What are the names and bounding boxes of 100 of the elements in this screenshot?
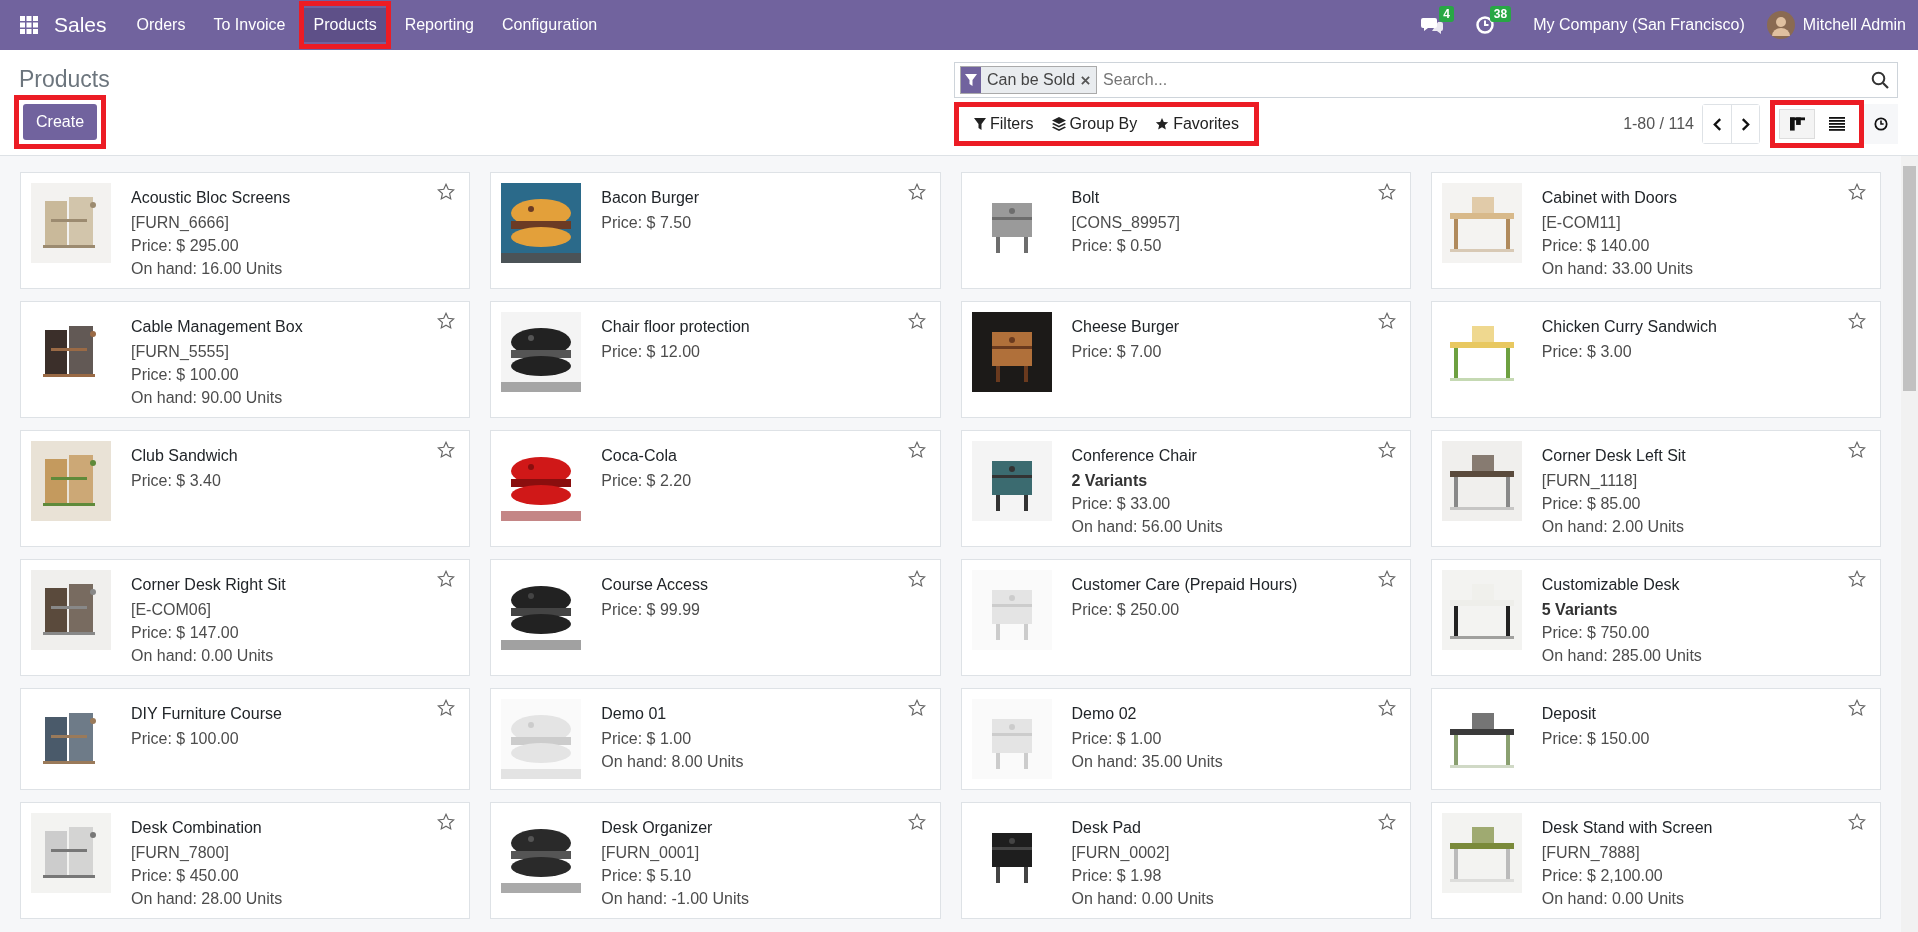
favorite-star-icon[interactable] <box>1848 570 1866 588</box>
filter-icon <box>974 118 986 130</box>
favorite-star-icon[interactable] <box>1377 699 1396 717</box>
chevron-left-icon <box>1712 117 1722 131</box>
nav-menu-item[interactable]: Reporting <box>395 8 483 42</box>
clock-icon <box>1874 117 1888 131</box>
favorite-star-icon[interactable] <box>907 183 926 201</box>
product-card[interactable]: Acoustic Bloc Screens [FURN_6666] Price: $ 295.00 On hand: 16.00 Units <box>20 172 471 289</box>
favorite-star-icon[interactable] <box>907 312 926 330</box>
search-option-button[interactable]: Filters <box>965 111 1043 137</box>
favorite-star-icon[interactable] <box>437 813 456 831</box>
favorite-star-icon[interactable] <box>1848 813 1866 831</box>
product-price: Price: $ 250.00 <box>1071 601 1181 619</box>
chat-icon[interactable] <box>1421 16 1444 34</box>
favorite-star-icon[interactable] <box>907 570 926 588</box>
app-name[interactable]: Sales <box>54 13 107 37</box>
favorite-star-icon[interactable] <box>437 312 456 330</box>
favorite-star-icon[interactable] <box>1848 699 1866 717</box>
product-price: Price: $ 147.00 <box>131 624 240 642</box>
product-card[interactable]: Demo 01 Price: $ 1.00 On hand: 8.00 Units <box>490 688 941 790</box>
product-card[interactable]: Course Access Price: $ 99.99 <box>490 559 941 676</box>
product-card[interactable]: Coca-Cola Price: $ 2.20 <box>490 430 941 547</box>
scrollbar[interactable] <box>1901 156 1918 932</box>
favorite-star-icon[interactable] <box>1377 312 1396 330</box>
on-hand-quantity: On hand: 0.00 Units <box>1071 890 1214 908</box>
product-card[interactable]: Club Sandwich Price: $ 3.40 <box>20 430 471 547</box>
favorite-star-icon[interactable] <box>1848 312 1866 330</box>
activity-view-button[interactable] <box>1864 104 1898 144</box>
product-card[interactable]: Customizable Desk 5 Variants Price: $ 750.00 On hand: 285.00 Units <box>1430 559 1881 676</box>
favorite-star-icon[interactable] <box>437 570 456 588</box>
product-card[interactable]: DIY Furniture Course Price: $ 100.00 <box>20 688 471 790</box>
product-name: Desk Stand with Screen <box>1541 819 1713 837</box>
favorite-star-icon[interactable] <box>437 183 456 201</box>
on-hand-quantity: On hand: 285.00 Units <box>1541 647 1702 665</box>
favorite-star-icon[interactable] <box>437 441 456 459</box>
favorite-star-icon[interactable] <box>1848 183 1866 201</box>
company-switcher[interactable]: My Company (San Francisco) <box>1533 16 1745 34</box>
product-card[interactable]: Bacon Burger Price: $ 7.50 <box>490 172 941 289</box>
search-field[interactable]: Can be Sold Search... <box>954 62 1898 98</box>
product-name: Conference Chair <box>1071 447 1198 465</box>
product-card[interactable]: Customer Care (Prepaid Hours) Price: $ 250.00 <box>960 559 1411 676</box>
search-option-button[interactable]: Favorites <box>1146 111 1248 137</box>
product-price: Price: $ 0.50 <box>1071 237 1163 255</box>
product-card[interactable]: Demo 02 Price: $ 1.00 On hand: 35.00 Units <box>960 688 1411 790</box>
favorite-star-icon[interactable] <box>437 699 456 717</box>
apps-menu-icon[interactable] <box>20 16 38 34</box>
page-title: Products <box>18 66 111 93</box>
product-name: Bacon Burger <box>601 189 700 207</box>
product-reference: [E-COM06] <box>131 601 212 619</box>
favorite-star-icon[interactable] <box>907 441 926 459</box>
create-button[interactable]: Create <box>23 104 98 140</box>
nav-menu-item[interactable]: Products <box>304 8 386 42</box>
close-icon[interactable] <box>1081 75 1091 85</box>
favorite-star-icon[interactable] <box>907 699 926 717</box>
product-price: Price: $ 1.98 <box>1071 867 1163 885</box>
favorite-star-icon[interactable] <box>1377 813 1396 831</box>
product-card[interactable]: Deposit Price: $ 150.00 <box>1430 688 1881 790</box>
favorite-star-icon[interactable] <box>1377 183 1396 201</box>
nav-menu-item[interactable]: To Invoice <box>204 8 295 42</box>
product-card[interactable]: Desk Stand with Screen [FURN_7888] Price: $ 2,100.00 On hand: 0.00 Units <box>1430 802 1881 919</box>
on-hand-quantity: On hand: 33.00 Units <box>1541 260 1693 278</box>
kanban-icon <box>1789 117 1805 131</box>
nav-menu-item[interactable]: Configuration <box>493 8 607 42</box>
user-avatar-icon[interactable] <box>1766 11 1795 39</box>
search-icon[interactable] <box>1871 71 1889 89</box>
nav-menu-item[interactable]: Orders <box>127 8 195 42</box>
on-hand-quantity: On hand: 16.00 Units <box>131 260 284 278</box>
product-card[interactable]: Cabinet with Doors [E-COM11] Price: $ 140.00 On hand: 33.00 Units <box>1430 172 1881 289</box>
product-card[interactable]: Desk Pad [FURN_0002] Price: $ 1.98 On hand: 0.00 Units <box>960 802 1411 919</box>
product-reference: [FURN_6666] <box>131 214 230 232</box>
product-card[interactable]: Chicken Curry Sandwich Price: $ 3.00 <box>1430 301 1881 418</box>
product-card[interactable]: Cheese Burger Price: $ 7.00 <box>960 301 1411 418</box>
product-name: Desk Organizer <box>601 819 714 837</box>
product-card[interactable]: Desk Organizer [FURN_0001] Price: $ 5.10 On hand: -1.00 Units <box>490 802 941 919</box>
product-reference: [E-COM11] <box>1541 214 1622 232</box>
product-card[interactable]: Conference Chair 2 Variants Price: $ 33.00 On hand: 56.00 Units <box>960 430 1411 547</box>
product-price: Price: $ 2.20 <box>601 472 692 490</box>
favorite-star-icon[interactable] <box>1377 441 1396 459</box>
product-reference: [FURN_7888] <box>1541 844 1641 862</box>
next-page-button[interactable] <box>1731 105 1759 143</box>
product-card[interactable]: Corner Desk Right Sit [E-COM06] Price: $ 147.00 On hand: 0.00 Units <box>20 559 471 676</box>
product-price: Price: $ 5.10 <box>601 867 693 885</box>
clock-icon[interactable] <box>1475 16 1494 34</box>
product-card[interactable]: Desk Combination [FURN_7800] Price: $ 450.00 On hand: 28.00 Units <box>20 802 471 919</box>
favorite-star-icon[interactable] <box>1377 570 1396 588</box>
product-card[interactable]: Chair floor protection Price: $ 12.00 <box>490 301 941 418</box>
product-price: Price: $ 100.00 <box>131 730 240 748</box>
search-option-button[interactable]: Group By <box>1042 111 1147 137</box>
user-menu[interactable]: Mitchell Admin <box>1802 16 1906 34</box>
product-card[interactable]: Bolt [CONS_89957] Price: $ 0.50 <box>960 172 1411 289</box>
product-name: Cable Management Box <box>131 318 303 336</box>
product-card[interactable]: Corner Desk Left Sit [FURN_1118] Price: $ 85.00 On hand: 2.00 Units <box>1430 430 1881 547</box>
product-name: Chair floor protection <box>601 318 750 336</box>
favorite-star-icon[interactable] <box>1848 441 1866 459</box>
product-card[interactable]: Cable Management Box [FURN_5555] Price: $ 100.00 On hand: 90.00 Units <box>20 301 471 418</box>
product-price: Price: $ 1.00 <box>1071 730 1163 748</box>
filter-facet[interactable]: Can be Sold <box>960 66 1098 94</box>
favorite-star-icon[interactable] <box>907 813 926 831</box>
product-price: Price: $ 33.00 <box>1071 495 1172 513</box>
view-switch-button[interactable] <box>1779 109 1815 139</box>
